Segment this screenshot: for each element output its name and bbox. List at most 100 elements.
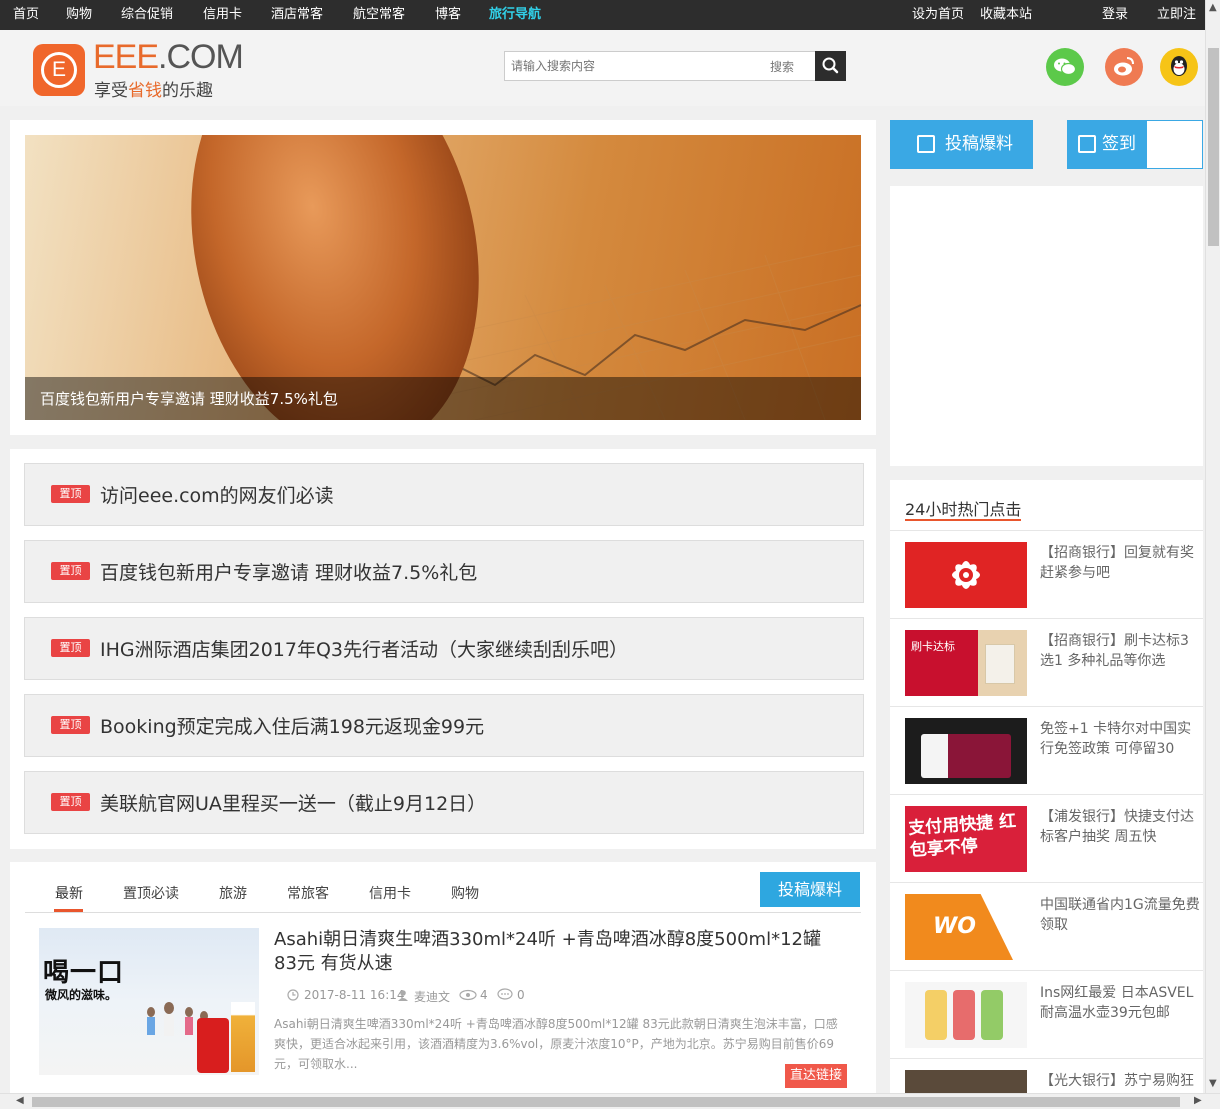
scroll-right-icon[interactable]: ▶ xyxy=(1194,1095,1202,1106)
sticky-title[interactable]: 访问eee.com的网友们必读 xyxy=(100,481,334,508)
vertical-scroll-thumb[interactable] xyxy=(1208,48,1219,246)
logo-suffix: .COM xyxy=(158,38,244,76)
sticky-item[interactable]: 置顶 百度钱包新用户专享邀请 理财收益7.5%礼包 xyxy=(24,540,864,603)
sticky-title[interactable]: 百度钱包新用户专享邀请 理财收益7.5%礼包 xyxy=(100,558,477,585)
direct-link-button[interactable]: 直达链接 xyxy=(785,1064,847,1088)
logo-icon[interactable]: E xyxy=(33,44,85,96)
nav-hotel[interactable]: 酒店常客 xyxy=(271,0,323,30)
tabs-divider xyxy=(25,912,861,913)
hot-thumb[interactable] xyxy=(905,982,1027,1048)
nav-shopping[interactable]: 购物 xyxy=(66,0,92,30)
gift-box-image xyxy=(985,644,1015,684)
hot-item[interactable]: WO 中国联通省内1G流量免费领取 xyxy=(890,883,1203,971)
hot-item[interactable]: 免签+1 卡特尔对中国实行免签政策 可停留30 xyxy=(890,707,1203,795)
hot-item-text[interactable]: 【浦发银行】快捷支付达标客户抽奖 周五快 xyxy=(1040,807,1200,847)
sticky-badge: 置顶 xyxy=(51,639,90,657)
scroll-left-icon[interactable]: ◀ xyxy=(16,1095,24,1106)
slogan-pre: 享受 xyxy=(94,81,128,101)
hot-item-text[interactable]: 中国联通省内1G流量免费领取 xyxy=(1040,895,1200,935)
qq-icon[interactable] xyxy=(1160,48,1198,86)
sidebar-ad-panel xyxy=(890,186,1203,466)
horizontal-scroll-thumb[interactable] xyxy=(32,1097,1180,1107)
sticky-item[interactable]: 置顶 访问eee.com的网友们必读 xyxy=(24,463,864,526)
hot-thumb[interactable]: 刷卡达标 xyxy=(905,630,1027,696)
hot-thumb-text: 支付用快捷 红包享不停 xyxy=(907,811,1017,861)
hot-item-text[interactable]: 【光大银行】苏宁易购狂 xyxy=(1040,1071,1200,1091)
scroll-down-icon[interactable]: ▼ xyxy=(1209,1078,1217,1089)
horizontal-scrollbar[interactable]: ◀ ▶ xyxy=(0,1093,1220,1109)
nav-credit-card[interactable]: 信用卡 xyxy=(203,0,242,30)
bottle-image xyxy=(925,990,947,1040)
register-link[interactable]: 立即注册 xyxy=(1157,0,1205,52)
hot-thumb[interactable] xyxy=(905,1070,1027,1093)
tab-travel[interactable]: 旅游 xyxy=(219,883,247,903)
tab-frequent-flyer[interactable]: 常旅客 xyxy=(287,883,329,903)
hot-item-text[interactable]: 【招商银行】刷卡达标3选1 多种礼品等你选 xyxy=(1040,631,1200,671)
wechat-icon[interactable] xyxy=(1046,48,1084,86)
post-date: 2017-8-11 16:14 xyxy=(304,988,405,1002)
hot-item-text[interactable]: 【招商银行】回复就有奖 赶紧参与吧 xyxy=(1040,543,1200,583)
hot-item-text[interactable]: 免签+1 卡特尔对中国实行免签政策 可停留30 xyxy=(1040,719,1200,759)
set-homepage-link[interactable]: 设为首页 xyxy=(912,0,964,30)
post-thumbnail[interactable]: 喝一口 微风的滋味。 xyxy=(39,928,259,1075)
nav-blog[interactable]: 博客 xyxy=(435,0,461,30)
hot-thumb[interactable] xyxy=(905,718,1027,784)
suitcase-flag-image xyxy=(921,734,1011,778)
logo-brand: EEE xyxy=(93,38,159,76)
hot-thumb[interactable]: WO xyxy=(905,894,1027,960)
sticky-item[interactable]: 置顶 美联航官网UA里程买一送一（截止9月12日） xyxy=(24,771,864,834)
logo-slogan: 享受省钱的乐趣 xyxy=(94,76,213,101)
login-link[interactable]: 登录 xyxy=(1102,0,1128,30)
hot-item[interactable]: 【招商银行】回复就有奖 赶紧参与吧 xyxy=(890,531,1203,619)
hot-clicks-underline xyxy=(905,519,1021,521)
hot-item[interactable]: 【光大银行】苏宁易购狂 xyxy=(890,1059,1203,1093)
sticky-title[interactable]: Booking预定完成入住后满198元返现金99元 xyxy=(100,712,484,739)
signin-counter xyxy=(1147,120,1203,169)
sticky-badge: 置顶 xyxy=(51,562,90,580)
scroll-up-icon[interactable]: ▲ xyxy=(1209,2,1217,13)
post-author[interactable]: 麦迪文 xyxy=(414,988,450,1005)
hot-thumb[interactable]: 支付用快捷 红包享不停 xyxy=(905,806,1027,872)
clock-icon xyxy=(287,989,299,1001)
slogan-post: 的乐趣 xyxy=(162,81,213,101)
nav-home[interactable]: 首页 xyxy=(13,0,39,30)
hot-thumb[interactable] xyxy=(905,542,1027,608)
sticky-badge: 置顶 xyxy=(51,485,90,503)
logo-text[interactable]: EEE.COM xyxy=(93,38,244,76)
bookmark-link[interactable]: 收藏本站 xyxy=(980,0,1032,30)
calendar-check-icon xyxy=(1078,135,1096,153)
submit-tip-button[interactable]: 投稿爆料 xyxy=(760,872,860,907)
post-comments: 0 xyxy=(517,988,525,1002)
tab-shopping[interactable]: 购物 xyxy=(451,883,479,903)
signin-button[interactable]: 签到 xyxy=(1067,120,1147,169)
hot-item-text[interactable]: Ins网红最爱 日本ASVEL耐高温水壶39元包邮 xyxy=(1040,983,1200,1023)
bottle-image xyxy=(953,990,975,1040)
sidebar-submit-label: 投稿爆料 xyxy=(945,134,1013,154)
sticky-item[interactable]: 置顶 IHG洲际酒店集团2017年Q3先行者活动（大家继续刮刮乐吧） xyxy=(24,617,864,680)
slider-caption[interactable]: 百度钱包新用户专享邀请 理财收益7.5%礼包 xyxy=(40,388,338,409)
sticky-item[interactable]: 置顶 Booking预定完成入住后满198元返现金99元 xyxy=(24,694,864,757)
search-button[interactable] xyxy=(815,51,846,81)
weibo-icon[interactable] xyxy=(1105,48,1143,86)
nav-travel-guide[interactable]: 旅行导航 xyxy=(489,0,541,30)
tab-sticky-must-read[interactable]: 置顶必读 xyxy=(123,883,179,903)
featured-slider[interactable]: 百度钱包新用户专享邀请 理财收益7.5%礼包 xyxy=(25,135,861,420)
nav-airline[interactable]: 航空常客 xyxy=(353,0,405,30)
sticky-title[interactable]: 美联航官网UA里程买一送一（截止9月12日） xyxy=(100,789,486,816)
hot-item[interactable]: 支付用快捷 红包享不停 【浦发银行】快捷支付达标客户抽奖 周五快 xyxy=(890,795,1203,883)
hot-item[interactable]: Ins网红最爱 日本ASVEL耐高温水壶39元包邮 xyxy=(890,971,1203,1059)
edit-icon xyxy=(917,135,935,153)
vertical-scrollbar[interactable]: ▲ ▼ xyxy=(1205,0,1220,1093)
hot-clicks-title: 24小时热门点击 xyxy=(905,500,1022,519)
beer-glass-image xyxy=(231,1002,255,1072)
wo-logo-text: WO xyxy=(933,914,976,939)
post-title[interactable]: Asahi朝日清爽生啤酒330ml*24听 +青岛啤酒冰醇8度500ml*12罐… xyxy=(274,928,844,976)
sidebar-submit-button[interactable]: 投稿爆料 xyxy=(890,120,1033,169)
user-icon xyxy=(398,990,408,1001)
search-input[interactable] xyxy=(505,52,755,80)
hot-item[interactable]: 刷卡达标 【招商银行】刷卡达标3选1 多种礼品等你选 xyxy=(890,619,1203,707)
sticky-title[interactable]: IHG洲际酒店集团2017年Q3先行者活动（大家继续刮刮乐吧） xyxy=(100,635,628,662)
tab-credit-card[interactable]: 信用卡 xyxy=(369,883,411,903)
nav-promotions[interactable]: 综合促销 xyxy=(121,0,173,30)
tab-latest[interactable]: 最新 xyxy=(55,883,83,903)
